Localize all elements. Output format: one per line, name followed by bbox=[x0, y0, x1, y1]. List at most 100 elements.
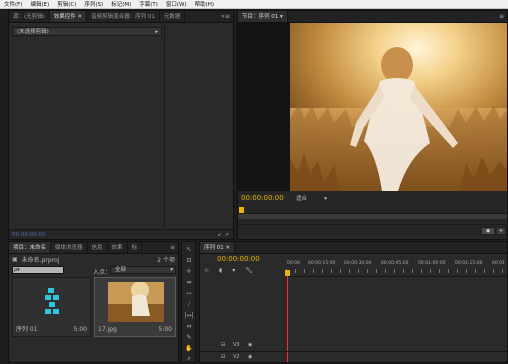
program-playback-bar: ◆ + bbox=[238, 224, 507, 236]
eye-icon[interactable]: ◉ bbox=[248, 342, 252, 348]
rate-stretch-tool-icon[interactable]: ⇿ bbox=[184, 289, 194, 298]
effect-controls-footer: 00:00:00:00 ↙ ↗ bbox=[9, 229, 233, 239]
track-v3: ⊟ V3 ◉ bbox=[200, 340, 507, 352]
timeline-timecode[interactable]: 00:00:00:00 bbox=[217, 255, 260, 263]
menu-item[interactable]: 窗口(W) bbox=[162, 0, 191, 8]
ruler-label: 00:00:45:00 bbox=[381, 261, 409, 266]
tab-program[interactable]: 节目：序列 01 ▾ bbox=[238, 11, 288, 22]
time-ruler[interactable]: 00:00 00:00:15:00 00:00:30:00 00:00:45:0… bbox=[285, 260, 507, 277]
tab-source[interactable]: 源：(无剪辑) bbox=[9, 11, 50, 22]
menu-bar: 文件(F) 编辑(E) 剪辑(C) 序列(S) 标记(M) 字幕(T) 窗口(W) 帮助(H) bbox=[0, 0, 508, 9]
snap-icon[interactable]: ⊹ bbox=[204, 267, 209, 274]
go-out-icon[interactable]: ↗ bbox=[225, 232, 229, 238]
selection-tool-icon[interactable]: ↖ bbox=[184, 245, 194, 254]
zoom-label: 适合 bbox=[296, 196, 308, 202]
hand-tool-icon[interactable]: ✋ bbox=[184, 344, 194, 353]
export-frame-button[interactable]: ◆ bbox=[481, 227, 495, 235]
slide-tool-icon[interactable]: ⇔ bbox=[184, 322, 194, 331]
woman-hair bbox=[381, 47, 413, 83]
menu-item[interactable]: 帮助(H) bbox=[191, 0, 218, 8]
settings-button[interactable]: + bbox=[496, 227, 506, 235]
rolling-edit-tool-icon[interactable]: ⇹ bbox=[184, 278, 194, 287]
menu-item[interactable]: 编辑(E) bbox=[26, 0, 53, 8]
menu-item[interactable]: 标记(M) bbox=[107, 0, 135, 8]
ripple-edit-tool-icon[interactable]: ✛ bbox=[184, 267, 194, 276]
wrench-icon[interactable]: 🔧︎ bbox=[245, 267, 253, 274]
slip-tool-icon[interactable]: |↔| bbox=[184, 311, 194, 320]
ruler-ticks bbox=[286, 269, 507, 273]
program-tabs: 节目：序列 01 ▾ ≡ bbox=[238, 11, 507, 23]
track-lock-icon[interactable]: ⊟ bbox=[221, 354, 225, 360]
tab-media-browser[interactable]: 媒体浏览器 bbox=[51, 242, 88, 253]
panel-menu-icon[interactable]: »≡ bbox=[218, 13, 233, 20]
tab-markers[interactable]: 标 bbox=[128, 242, 143, 253]
razor-tool-icon[interactable]: ⧸ bbox=[184, 300, 194, 309]
timeline-tabs: 序列 01 ✕ bbox=[200, 242, 507, 254]
scrub-bar[interactable] bbox=[238, 213, 507, 219]
project-search-input[interactable]: ρ▾ bbox=[12, 266, 64, 274]
zoom-tool-icon[interactable]: ⌕ bbox=[184, 354, 194, 363]
project-item-duration: 5:00 bbox=[73, 326, 87, 333]
chevron-down-icon: ▾ bbox=[324, 196, 327, 202]
project-item-name: 序列 01 bbox=[16, 326, 38, 333]
project-item-count: 2 个项 bbox=[157, 257, 175, 264]
program-controls: 00:00:00:00 适合 ▾ ◆ + bbox=[238, 191, 507, 239]
ruler-label: 00:01:00:00 bbox=[418, 261, 446, 266]
program-monitor-panel: 节目：序列 01 ▾ ≡ 00:00:00:00 适合 ▾ ◆ + bbox=[237, 10, 508, 240]
project-item[interactable]: 17.jpg 5:00 bbox=[94, 277, 176, 337]
project-item-name: 17.jpg bbox=[98, 326, 117, 333]
menu-item[interactable]: 文件(F) bbox=[0, 0, 26, 8]
clip-select-label: (未选择剪辑) bbox=[17, 29, 49, 35]
ruler-label: 00:01 bbox=[492, 261, 505, 266]
program-viewer bbox=[238, 23, 507, 191]
in-point-select[interactable]: 全部 ▾ bbox=[110, 266, 176, 274]
tab-effects[interactable]: 效果 bbox=[108, 242, 128, 253]
track-v2: ⊟ V2 ◉ bbox=[200, 352, 507, 364]
chevron-right-icon: ▸ bbox=[155, 29, 158, 35]
linked-selection-icon[interactable]: ◖ bbox=[219, 267, 222, 274]
tab-sequence-label: 序列 01 bbox=[204, 244, 224, 251]
clip-select[interactable]: (未选择剪辑) ▸ bbox=[12, 27, 162, 36]
track-label: V3 bbox=[233, 342, 240, 348]
panel-menu-icon[interactable]: ≡ bbox=[496, 13, 507, 20]
timeline-toolbar: ⊹ ◖ ▾ 🔧︎ bbox=[200, 264, 286, 276]
menu-item[interactable]: 剪辑(C) bbox=[53, 0, 80, 8]
tab-metadata[interactable]: 元数据 bbox=[160, 11, 186, 22]
tab-program-label: 节目：序列 01 bbox=[242, 13, 279, 20]
track-lock-icon[interactable]: ⊟ bbox=[221, 342, 225, 348]
project-filename: 未命名.prproj bbox=[21, 257, 60, 264]
tools-panel: ↖ ⊡ ✛ ⇹ ⇿ ⧸ |↔| ⇔ ✎ ✋ ⌕ bbox=[181, 241, 196, 363]
add-marker-icon[interactable]: ▾ bbox=[232, 267, 235, 274]
tab-effect-controls[interactable]: 效果控件 ✕ bbox=[49, 11, 88, 22]
in-point-label: 入点： bbox=[93, 269, 112, 276]
project-info-row: ▣ 未命名.prproj 2 个项 bbox=[9, 255, 178, 264]
track-select-tool-icon[interactable]: ⊡ bbox=[184, 256, 194, 265]
ruler-label: 00:00:30:00 bbox=[344, 261, 372, 266]
menu-item[interactable]: 序列(S) bbox=[80, 0, 107, 8]
menu-item[interactable]: 字幕(T) bbox=[135, 0, 162, 8]
panel-menu-icon[interactable]: ≡ bbox=[167, 244, 178, 251]
track-area: ⊟ V3 ◉ ⊟ V2 ◉ bbox=[200, 340, 507, 364]
tab-info[interactable]: 信息 bbox=[88, 242, 108, 253]
project-file-icon: ▣ bbox=[12, 256, 18, 263]
tab-project[interactable]: 项目：未命名 bbox=[9, 242, 52, 253]
tab-sequence[interactable]: 序列 01 ✕ bbox=[200, 242, 236, 253]
video-frame bbox=[290, 23, 507, 191]
sequence-icon bbox=[45, 288, 59, 314]
project-panel: 项目：未命名 媒体浏览器 信息 效果 标 ≡ ▣ 未命名.prproj 2 个项… bbox=[8, 241, 179, 363]
program-timecode[interactable]: 00:00:00:00 bbox=[241, 194, 284, 202]
go-in-icon[interactable]: ↙ bbox=[218, 232, 222, 238]
zoom-select[interactable]: 适合 ▾ bbox=[291, 194, 331, 203]
eye-icon[interactable]: ◉ bbox=[248, 354, 252, 360]
source-tabs: 源：(无剪辑) 效果控件 ✕ 音频剪辑混合器：序列 01 元数据 »≡ bbox=[9, 11, 233, 23]
source-timecode[interactable]: 00:00:00:00 bbox=[12, 232, 46, 238]
track-label: V2 bbox=[233, 354, 240, 360]
tab-audio-mixer[interactable]: 音频剪辑混合器：序列 01 bbox=[87, 11, 160, 22]
pen-tool-icon[interactable]: ✎ bbox=[184, 333, 194, 342]
effect-controls-divider bbox=[164, 25, 165, 227]
image-thumbnail bbox=[108, 282, 164, 322]
chevron-down-icon: ▾ bbox=[170, 267, 173, 273]
timeline-panel: 序列 01 ✕ 00:00:00:00 ⊹ ◖ ▾ 🔧︎ 00:00 00:00… bbox=[199, 241, 508, 364]
project-item[interactable]: 序列 01 5:00 bbox=[12, 277, 91, 337]
tab-effect-controls-label: 效果控件 bbox=[53, 13, 76, 20]
